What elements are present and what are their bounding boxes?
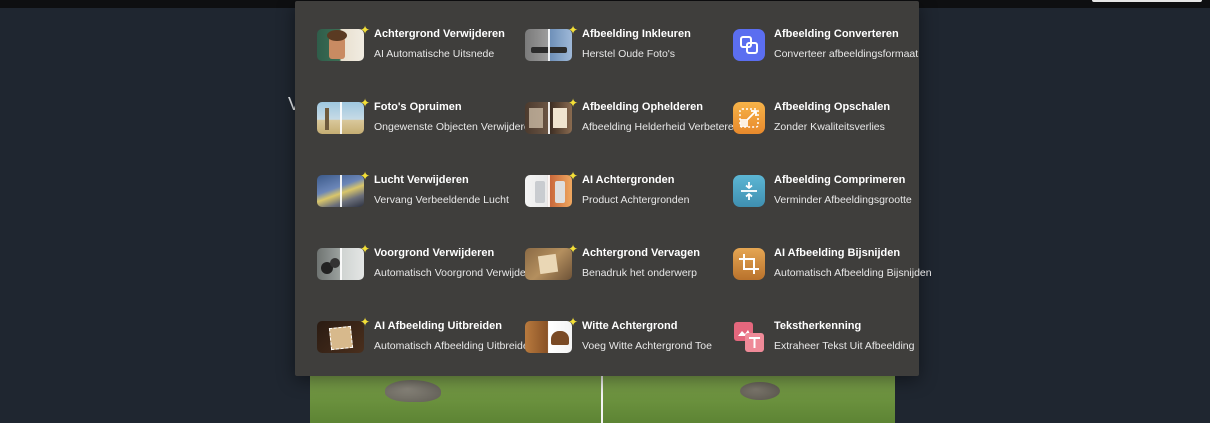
ai-badge-icon: ✦ [360,242,371,256]
menu-item-sharpen-image[interactable]: ✦ Afbeelding Ophelderen Afbeelding Helde… [503,96,740,146]
menu-item-blur-background[interactable]: ✦ Achtergrond Vervagen Benadruk het onde… [503,242,708,292]
menu-item-subtitle: Converteer afbeeldingsformaat [774,48,919,60]
menu-item-title: Afbeelding Comprimeren [774,174,906,186]
menu-item-title: AI Afbeelding Bijsnijden [774,247,901,259]
menu-item-white-background[interactable]: ✦ Witte Achtergrond Voeg Witte Achtergro… [503,315,712,365]
menu-item-title: Afbeelding Inkleuren [582,28,691,40]
menu-item-subtitle: Zonder Kwaliteitsverlies [774,121,885,133]
ai-badge-icon: ✦ [568,96,579,110]
menu-item-subtitle: AI Automatische Uitsnede [374,48,495,60]
menu-item-title: Witte Achtergrond [582,320,678,332]
cleanup-photos-thumbnail [317,102,364,134]
remove-foreground-thumbnail [317,248,364,280]
colorize-image-thumbnail [525,29,572,61]
preview-rock [740,382,780,400]
preview-rock [385,380,441,402]
tools-dropdown-menu: ✦ Achtergrond Verwijderen AI Automatisch… [295,1,932,376]
expand-image-thumbnail [317,321,364,353]
menu-item-remove-foreground[interactable]: ✦ Voorgrond Verwijderen Automatisch Voor… [295,242,541,292]
menu-item-title: Afbeelding Opschalen [774,101,891,113]
menu-item-title: Lucht Verwijderen [374,174,469,186]
remove-sky-thumbnail [317,175,364,207]
menu-item-title: Achtergrond Vervagen [582,247,700,259]
menu-item-subtitle: Verminder Afbeeldingsgrootte [774,194,912,206]
menu-item-subtitle: Extraheer Tekst Uit Afbeelding [774,340,915,352]
menu-item-title: Achtergrond Verwijderen [374,28,505,40]
menu-item-remove-background[interactable]: ✦ Achtergrond Verwijderen AI Automatisch… [295,23,505,73]
ai-badge-icon: ✦ [360,315,371,329]
top-bar-button[interactable] [1092,0,1202,2]
ai-badge-icon: ✦ [360,169,371,183]
ai-badge-icon: ✦ [360,96,371,110]
menu-item-convert-image[interactable]: Afbeelding Converteren Converteer afbeel… [695,23,919,73]
ai-badge-icon: ✦ [568,23,579,37]
ai-badge-icon: ✦ [360,23,371,37]
image-preview [310,376,895,423]
sharpen-image-thumbnail [525,102,572,134]
menu-item-title: Voorgrond Verwijderen [374,247,495,259]
ai-backgrounds-thumbnail [525,175,572,207]
ai-badge-icon: ✦ [568,169,579,183]
menu-item-title: AI Achtergronden [582,174,675,186]
menu-item-subtitle: Herstel Oude Foto's [582,48,676,60]
menu-item-title: Afbeelding Ophelderen [582,101,704,113]
menu-item-expand-image[interactable]: ✦ AI Afbeelding Uitbreiden Automatisch A… [295,315,535,365]
menu-item-upscale-image[interactable]: Afbeelding Opschalen Zonder Kwaliteitsve… [695,96,915,146]
white-background-thumbnail [525,321,572,353]
blur-background-thumbnail [525,248,572,280]
menu-item-remove-sky[interactable]: ✦ Lucht Verwijderen Vervang Verbeeldende… [295,169,509,219]
menu-item-subtitle: Vervang Verbeeldende Lucht [374,194,509,206]
menu-item-title: Foto's Opruimen [374,101,462,113]
menu-item-subtitle: Product Achtergronden [582,194,690,206]
ai-badge-icon: ✦ [568,315,579,329]
menu-item-text-recognition[interactable]: Tekstherkenning Extraheer Tekst Uit Afbe… [695,315,915,365]
menu-item-crop-image[interactable]: AI Afbeelding Bijsnijden Automatisch Afb… [695,242,932,292]
menu-item-subtitle: Voeg Witte Achtergrond Toe [582,340,712,352]
menu-item-title: Tekstherkenning [774,320,862,332]
menu-item-compress-image[interactable]: Afbeelding Comprimeren Verminder Afbeeld… [695,169,915,219]
menu-item-ai-backgrounds[interactable]: ✦ AI Achtergronden Product Achtergronden [503,169,708,219]
menu-item-subtitle: Benadruk het onderwerp [582,267,697,279]
menu-item-title: Afbeelding Converteren [774,28,899,40]
menu-item-cleanup-photos[interactable]: ✦ Foto's Opruimen Ongewenste Objecten Ve… [295,96,536,146]
ai-badge-icon: ✦ [568,242,579,256]
menu-item-subtitle: Automatisch Afbeelding Bijsnijden [774,267,932,279]
comparison-divider[interactable] [601,376,603,423]
menu-item-title: AI Afbeelding Uitbreiden [374,320,502,332]
remove-background-thumbnail [317,29,364,61]
menu-item-colorize-image[interactable]: ✦ Afbeelding Inkleuren Herstel Oude Foto… [503,23,708,73]
